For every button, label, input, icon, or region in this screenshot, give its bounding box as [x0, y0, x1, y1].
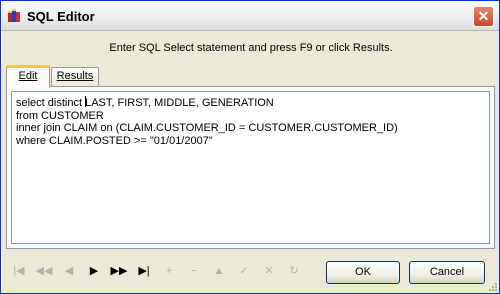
sql-line: where CLAIM.POSTED >= "01/01/2007" [16, 134, 213, 147]
nav-first-icon[interactable]: |◀ [7, 260, 31, 282]
ok-button[interactable]: OK [326, 261, 400, 284]
nav-cancel-icon[interactable]: ✕ [257, 260, 281, 282]
close-icon[interactable]: ✕ [473, 6, 494, 27]
nav-insert-icon[interactable]: + [157, 260, 181, 282]
nav-post-icon[interactable]: ✓ [232, 260, 256, 282]
nav-delete-icon[interactable]: − [182, 260, 206, 282]
sql-line: inner join CLAIM on (CLAIM.CUSTOMER_ID =… [16, 122, 398, 135]
resize-grip-icon[interactable] [487, 281, 497, 291]
sql-line-1-start: select distinct [16, 97, 86, 109]
tab-results[interactable]: Results [51, 67, 99, 86]
tab-edit[interactable]: Edit [6, 65, 50, 88]
nav-refresh-icon[interactable]: ↻ [282, 260, 306, 282]
sql-editor-window: SQL Editor ✕ Enter SQL Select statement … [0, 0, 500, 294]
sql-line-1-end: LAST, FIRST, MIDDLE, GENERATION [85, 97, 274, 109]
nav-next-page-icon[interactable]: ▶▶ [107, 260, 131, 282]
title-bar[interactable]: SQL Editor ✕ [1, 1, 499, 31]
nav-prior-icon[interactable]: ◀ [57, 260, 81, 282]
nav-next-icon[interactable]: ▶ [82, 260, 106, 282]
sql-line: from CUSTOMER [16, 109, 104, 122]
nav-last-icon[interactable]: ▶| [132, 260, 156, 282]
sql-editor-textarea[interactable]: select distinct LAST, FIRST, MIDDLE, GEN… [11, 91, 490, 244]
window-title: SQL Editor [27, 9, 95, 24]
app-icon [8, 9, 20, 22]
tab-edit-label: Edit [18, 70, 38, 82]
cancel-button[interactable]: Cancel [409, 261, 485, 284]
tab-results-label: Results [56, 70, 94, 82]
instruction-text: Enter SQL Select statement and press F9 … [109, 42, 393, 54]
edit-tab-panel: select distinct LAST, FIRST, MIDDLE, GEN… [6, 86, 495, 249]
nav-edit-icon[interactable]: ▲ [207, 260, 231, 282]
nav-prior-page-icon[interactable]: ◀◀ [32, 260, 56, 282]
sql-line: select distinct LAST, FIRST, MIDDLE, GEN… [16, 96, 485, 110]
